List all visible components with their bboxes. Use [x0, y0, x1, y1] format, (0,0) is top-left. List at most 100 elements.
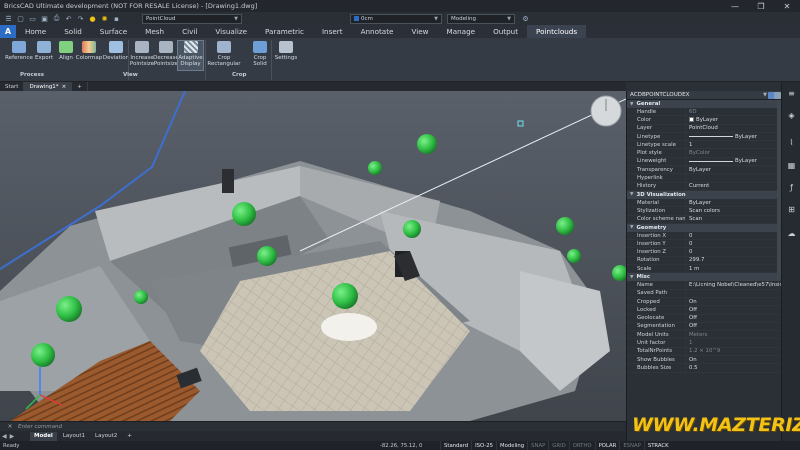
property-value[interactable]: 0.5 — [685, 363, 781, 372]
close-tab-icon[interactable]: × — [62, 84, 67, 90]
next-arrow-icon[interactable]: ▶ — [10, 433, 15, 440]
property-value[interactable]: ByColor — [685, 149, 781, 158]
property-value[interactable]: ByLayer — [685, 157, 781, 166]
tab-pointclouds[interactable]: Pointclouds — [527, 25, 587, 38]
tab-insert[interactable]: Insert — [313, 25, 352, 38]
scan-bubble[interactable] — [417, 134, 437, 154]
crop-solid-button[interactable]: Crop Solid — [250, 41, 270, 67]
collapse-icon[interactable]: ▼ — [630, 192, 633, 197]
settings-button[interactable]: Settings — [274, 41, 298, 61]
toggle-pickadd-icon[interactable] — [774, 92, 781, 99]
property-color-scheme-name[interactable]: Color scheme name Scan — [627, 215, 781, 224]
point-cloud-scene[interactable] — [0, 91, 626, 431]
save-icon[interactable]: ▣ — [40, 14, 49, 23]
crop-rectangular-button[interactable]: Crop Rectangular — [207, 41, 241, 67]
property-value[interactable]: On — [685, 297, 781, 306]
close-icon[interactable]: × — [6, 423, 14, 431]
property-value[interactable]: Scan — [685, 215, 781, 224]
property-value[interactable]: ByLayer — [685, 198, 781, 207]
status-toggle-modeling[interactable]: Modeling — [496, 441, 527, 450]
minimize-button[interactable]: — — [722, 0, 748, 12]
open-folder-icon[interactable]: ▭ — [28, 14, 37, 23]
material-combo[interactable]: 0cm ▼ — [350, 13, 442, 24]
property-value[interactable]: ByLayer — [685, 115, 781, 124]
command-input[interactable]: Enter command — [18, 424, 62, 430]
status-toggle-snap[interactable]: SNAP — [527, 441, 548, 450]
property-value[interactable]: Meters — [685, 330, 781, 339]
add-tab-button[interactable]: + — [72, 82, 88, 91]
property-value[interactable]: On — [685, 355, 781, 364]
command-line[interactable]: × Enter command — [0, 421, 626, 431]
tab-home[interactable]: Home — [16, 25, 55, 38]
scan-bubble[interactable] — [332, 283, 358, 309]
tab-civil[interactable]: Civil — [173, 25, 206, 38]
sliders-icon[interactable]: ≡ — [786, 88, 797, 99]
property-value[interactable] — [685, 174, 781, 183]
property-value[interactable]: 1.2 × 10^9 — [685, 347, 781, 356]
property-value[interactable]: 299.7 — [685, 256, 781, 265]
app-logo[interactable]: A — [0, 25, 16, 38]
property-value[interactable]: E:\Licning Nobel\Cleaned\e57\Insid — [685, 281, 781, 289]
export-button[interactable]: Export — [33, 41, 55, 61]
colormap-button[interactable]: Colormap — [75, 41, 103, 61]
increase-pointsize-button[interactable]: Increase Pointsize — [129, 41, 155, 67]
print-icon[interactable]: ⎙ — [52, 14, 61, 23]
property-value[interactable]: ByLayer — [685, 165, 781, 174]
reference-button[interactable]: Reference — [5, 41, 33, 61]
status-toggle-standard[interactable]: Standard — [440, 441, 471, 450]
status-toggle-esnap[interactable]: ESNAP — [619, 441, 644, 450]
tab-mesh[interactable]: Mesh — [136, 25, 173, 38]
start-tab[interactable]: Start — [0, 82, 25, 91]
status-toggle-polar[interactable]: POLAR — [594, 441, 620, 450]
prev-arrow-icon[interactable]: ◀ — [2, 433, 7, 440]
align-button[interactable]: Align — [57, 41, 75, 61]
tab-output[interactable]: Output — [484, 25, 527, 38]
function-icon[interactable]: ƒ — [786, 182, 797, 193]
status-toggle-ortho[interactable]: ORTHO — [568, 441, 595, 450]
layer-combo[interactable]: PointCloud ▼ — [142, 13, 242, 24]
property-value[interactable]: 6D — [685, 107, 781, 116]
property-value[interactable]: 1 — [685, 339, 781, 348]
close-button[interactable]: ✕ — [774, 0, 800, 12]
layers-icon[interactable]: ◈ — [786, 110, 797, 121]
model-viewport[interactable] — [0, 91, 626, 431]
property-value[interactable]: 1 m — [685, 264, 781, 273]
tools-icon[interactable]: ⚙ — [521, 14, 530, 23]
property-value[interactable]: 1 — [685, 140, 781, 149]
scan-bubble[interactable] — [257, 246, 277, 266]
tab-annotate[interactable]: Annotate — [352, 25, 403, 38]
scan-bubble[interactable] — [134, 290, 148, 304]
layout-tab-model[interactable]: Model — [30, 431, 57, 441]
collapse-icon[interactable]: ▼ — [630, 225, 633, 230]
layout-tab-layout2[interactable]: Layout2 — [91, 432, 121, 441]
property-history[interactable]: History Current — [627, 182, 781, 191]
property-value[interactable]: 0 — [685, 248, 781, 257]
property-value[interactable]: PointCloud — [685, 124, 781, 133]
tab-parametric[interactable]: Parametric — [256, 25, 313, 38]
tab-solid[interactable]: Solid — [55, 25, 91, 38]
scan-bubble[interactable] — [403, 220, 421, 238]
tab-surface[interactable]: Surface — [91, 25, 136, 38]
workspace-combo[interactable]: Modeling ▼ — [447, 13, 515, 24]
lightbulb-icon[interactable]: ● — [88, 14, 97, 23]
property-value[interactable]: Scan colors — [685, 206, 781, 215]
sun-icon[interactable]: ✺ — [100, 14, 109, 23]
scan-bubble[interactable] — [567, 249, 581, 263]
property-scale[interactable]: Scale 1 m — [627, 264, 781, 274]
new-file-icon[interactable]: ▢ — [16, 14, 25, 23]
tab-visualize[interactable]: Visualize — [206, 25, 256, 38]
deviation-button[interactable]: Deviation — [103, 41, 129, 61]
scan-bubble[interactable] — [56, 296, 82, 322]
maximize-button[interactable]: ❐ — [748, 0, 774, 12]
scan-bubble[interactable] — [232, 202, 256, 226]
status-toggle-grid[interactable]: GRID — [548, 441, 568, 450]
property-value[interactable]: Off — [685, 314, 781, 323]
property-bubbles-size[interactable]: Bubbles Size 0.5 — [627, 363, 781, 373]
tab-view[interactable]: View — [402, 25, 437, 38]
scan-bubble[interactable] — [31, 343, 55, 367]
structure-icon[interactable]: ⊞ — [786, 204, 797, 215]
property-value[interactable]: Off — [685, 305, 781, 314]
tab-manage[interactable]: Manage — [438, 25, 485, 38]
property-value[interactable]: 0 — [685, 239, 781, 248]
attach-icon[interactable]: ⌇ — [786, 137, 797, 148]
